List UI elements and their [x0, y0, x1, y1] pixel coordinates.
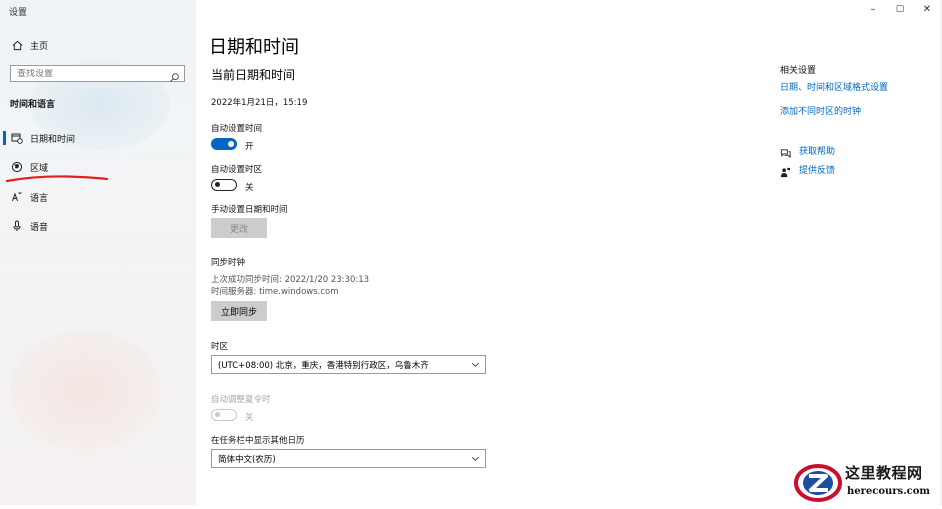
home-icon	[10, 38, 24, 52]
background-glow	[10, 330, 160, 450]
calendar-clock-icon	[10, 131, 24, 145]
microphone-icon	[10, 219, 24, 233]
maximize-button[interactable]: ▢	[885, 0, 915, 18]
watermark-name: 这里教程网	[845, 464, 923, 482]
close-button[interactable]: ✕	[912, 0, 942, 18]
change-button[interactable]: 更改	[211, 218, 267, 238]
page-title: 日期和时间	[209, 37, 299, 58]
search-box[interactable]	[10, 65, 185, 82]
dst-toggle[interactable]	[211, 409, 237, 421]
minimize-button[interactable]: –	[858, 0, 888, 18]
timezone-value: (UTC+08:00) 北京，重庆，香港特别行政区，乌鲁木齐	[218, 360, 429, 371]
sync-now-button[interactable]: 立即同步	[211, 301, 267, 321]
time-server-text: 时间服务器: time.windows.com	[211, 287, 339, 297]
calendar-value: 简体中文(农历)	[218, 454, 276, 465]
timezone-select[interactable]: (UTC+08:00) 北京，重庆，香港特别行政区，乌鲁木齐	[211, 355, 486, 374]
sidebar-home-label: 主页	[30, 41, 49, 52]
chevron-down-icon	[471, 454, 480, 463]
feedback-link[interactable]: 提供反馈	[799, 163, 835, 176]
app-title: 设置	[9, 8, 28, 18]
chevron-down-icon	[471, 360, 480, 369]
sidebar-item-label: 语言	[30, 193, 49, 204]
sidebar-item-date-time[interactable]: 日期和时间	[0, 126, 196, 150]
sidebar: 设置 主页 时间和语言 日期和时间 区域 语言	[0, 0, 196, 505]
auto-timezone-label: 自动设置时区	[211, 165, 263, 175]
current-datetime-value: 2022年1月21日，15:19	[211, 98, 308, 108]
get-help-link[interactable]: 获取帮助	[799, 144, 835, 157]
search-input[interactable]	[11, 68, 173, 79]
calendar-select[interactable]: 简体中文(农历)	[211, 449, 486, 468]
watermark-url: herecours.com	[847, 486, 931, 497]
dst-label: 自动调整夏令时	[211, 395, 271, 405]
sidebar-item-language[interactable]: 语言	[0, 185, 196, 209]
auto-time-state: 开	[245, 142, 254, 152]
feedback-person-icon	[780, 163, 791, 182]
language-icon	[10, 190, 24, 204]
main-panel: 日期和时间 当前日期和时间 2022年1月21日，15:19 自动设置时间 开 …	[196, 0, 942, 505]
sidebar-home[interactable]: 主页	[0, 33, 196, 57]
last-sync-text: 上次成功同步时间: 2022/1/20 23:30:13	[211, 275, 370, 285]
calendar-label: 在任务栏中显示其他日历	[211, 436, 305, 446]
dst-state: 关	[245, 413, 254, 423]
timezone-label: 时区	[211, 342, 229, 352]
auto-time-label: 自动设置时间	[211, 124, 263, 134]
related-settings-heading: 相关设置	[780, 66, 817, 76]
sidebar-item-label: 语音	[30, 222, 49, 233]
manual-datetime-label: 手动设置日期和时间	[211, 205, 288, 215]
auto-timezone-state: 关	[245, 183, 254, 193]
auto-timezone-toggle[interactable]	[211, 179, 237, 191]
section-title: 时间和语言	[10, 100, 56, 110]
sidebar-item-speech[interactable]: 语音	[0, 214, 196, 238]
current-datetime-heading: 当前日期和时间	[211, 68, 296, 82]
sidebar-item-label: 日期和时间	[30, 134, 76, 145]
search-icon[interactable]	[169, 68, 180, 82]
add-clocks-link[interactable]: 添加不同时区的时钟	[780, 104, 861, 117]
watermark-z-emblem-icon	[794, 464, 842, 502]
region-format-link[interactable]: 日期、时间和区域格式设置	[780, 80, 888, 93]
help-chat-icon	[780, 144, 791, 163]
sync-heading: 同步时钟	[211, 258, 246, 268]
auto-time-toggle[interactable]	[211, 138, 237, 150]
watermark-logo: 这里教程网 herecours.com	[793, 460, 942, 505]
red-annotation-underline	[5, 175, 109, 183]
